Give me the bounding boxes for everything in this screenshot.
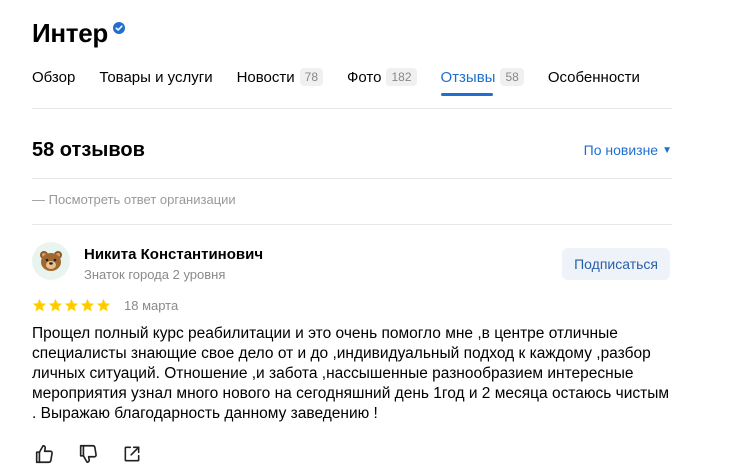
tab-label: Фото bbox=[347, 68, 382, 86]
rating-row: 18 марта bbox=[32, 298, 178, 313]
subscribe-button[interactable]: Подписаться bbox=[562, 248, 670, 280]
bear-avatar-icon bbox=[40, 251, 62, 271]
rating-stars bbox=[32, 298, 112, 313]
reviews-count-title: 58 отзывов bbox=[32, 138, 145, 161]
star-icon bbox=[64, 298, 79, 312]
tab-goods-services[interactable]: Товары и услуги bbox=[99, 62, 212, 92]
tab-label: Особенности bbox=[547, 68, 640, 86]
tab-count-badge: 58 bbox=[500, 68, 524, 86]
review-author-name[interactable]: Никита Константинович bbox=[84, 246, 263, 263]
divider bbox=[32, 224, 672, 225]
star-icon bbox=[32, 298, 47, 312]
tab-label: Обзор bbox=[32, 68, 76, 86]
tab-overview[interactable]: Обзор bbox=[32, 62, 75, 92]
page-title: Интер bbox=[32, 18, 108, 48]
tab-bar: Обзор Товары и услуги Новости 78 Фото 18… bbox=[32, 62, 672, 109]
verified-badge-icon bbox=[112, 21, 125, 34]
share-button[interactable] bbox=[120, 442, 144, 466]
review-author-level: Знаток города 2 уровня bbox=[84, 267, 226, 282]
tab-label: Новости bbox=[236, 68, 295, 86]
caret-down-icon: ▼ bbox=[662, 144, 672, 156]
tab-count-badge: 78 bbox=[299, 68, 324, 86]
star-icon bbox=[80, 298, 95, 312]
header: Интер bbox=[32, 18, 125, 49]
like-button[interactable] bbox=[32, 442, 56, 466]
review-text: Прощел полный курс реабилитации и это оч… bbox=[32, 325, 670, 422]
review-date: 18 марта bbox=[124, 298, 179, 313]
thumb-down-icon bbox=[79, 444, 97, 464]
sort-dropdown[interactable]: По новизне ▼ bbox=[584, 142, 672, 158]
tab-features[interactable]: Особенности bbox=[548, 62, 640, 92]
star-icon bbox=[48, 298, 63, 312]
tab-news[interactable]: Новости 78 bbox=[236, 62, 324, 92]
dislike-button[interactable] bbox=[76, 442, 100, 466]
thumb-up-icon bbox=[35, 444, 53, 464]
tab-label: Отзывы bbox=[440, 68, 496, 86]
review-actions bbox=[32, 442, 164, 466]
tab-label: Товары и услуги bbox=[99, 68, 213, 86]
reviews-header: 58 отзывов По новизне ▼ bbox=[32, 122, 672, 179]
tab-count-badge: 182 bbox=[386, 68, 417, 86]
share-icon bbox=[124, 446, 140, 462]
tab-photo[interactable]: Фото 182 bbox=[347, 62, 417, 92]
sort-label: По новизне bbox=[583, 142, 659, 158]
avatar[interactable] bbox=[32, 242, 70, 280]
tab-reviews[interactable]: Отзывы 58 bbox=[440, 62, 524, 96]
org-answer-link[interactable]: — Посмотреть ответ организации bbox=[32, 192, 236, 207]
star-icon bbox=[96, 298, 111, 312]
